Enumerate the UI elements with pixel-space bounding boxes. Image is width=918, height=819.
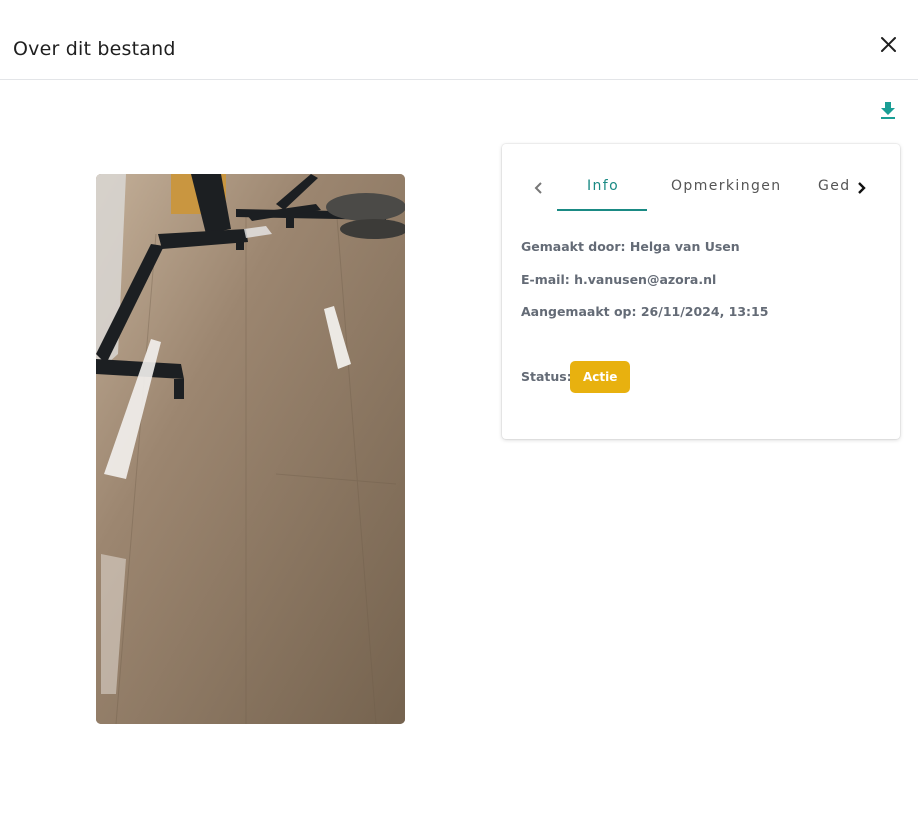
created-by-text: Gemaakt door: Helga van Usen xyxy=(521,239,740,254)
close-button[interactable] xyxy=(876,32,902,58)
chevron-left-icon xyxy=(534,182,542,194)
download-icon xyxy=(881,102,895,119)
tab-bar: Info Opmerkingen Gedeeld xyxy=(502,168,900,212)
file-info-card: Info Opmerkingen Gedeeld Gemaakt door: H… xyxy=(502,144,900,439)
close-icon xyxy=(881,37,896,52)
chevron-right-icon xyxy=(858,182,866,194)
email-text: E-mail: h.vanusen@azora.nl xyxy=(521,272,717,287)
tab-prev-button[interactable] xyxy=(527,176,551,200)
tab-info[interactable]: Info xyxy=(587,178,619,194)
tab-opmerkingen[interactable]: Opmerkingen xyxy=(671,178,782,194)
active-tab-indicator xyxy=(557,209,647,211)
tab-gedeeld-clip: Gedeeld xyxy=(815,168,849,208)
dialog-title: Over dit bestand xyxy=(13,38,176,60)
tab-gedeeld[interactable]: Gedeeld xyxy=(818,178,849,194)
file-info-dialog: Over dit bestand Info Opmerkingen Ged Ge… xyxy=(0,0,918,819)
status-label: Status: xyxy=(521,369,572,384)
status-badge: Actie xyxy=(570,361,631,393)
download-button[interactable] xyxy=(876,98,900,122)
file-preview-image xyxy=(96,174,405,724)
tab-next-button[interactable] xyxy=(849,176,873,200)
dialog-header: Over dit bestand xyxy=(0,0,918,80)
created-on-text: Aangemaakt op: 26/11/2024, 13:15 xyxy=(521,304,769,319)
